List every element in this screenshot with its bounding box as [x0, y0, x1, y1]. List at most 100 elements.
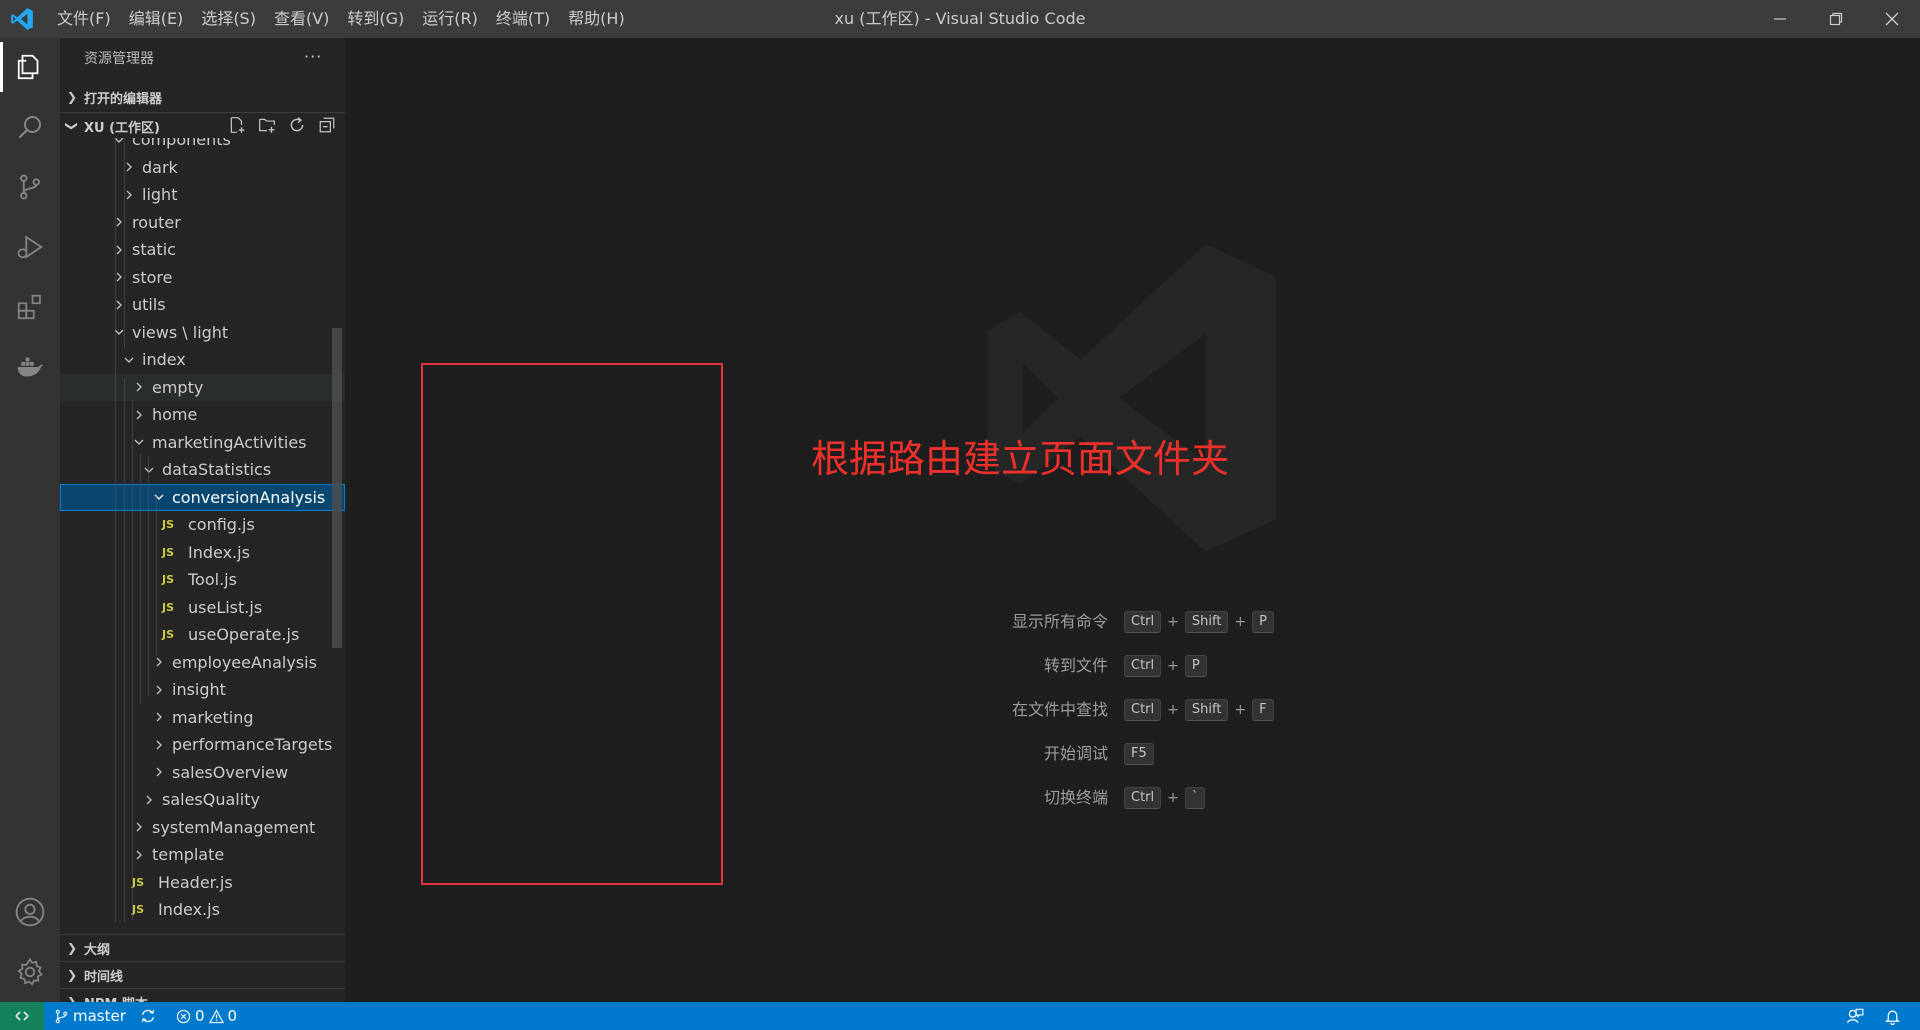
minimize-button[interactable] [1752, 0, 1808, 38]
tree-folder-item[interactable]: systemManagement [60, 814, 345, 841]
more-actions-button[interactable]: ··· [304, 38, 322, 80]
tree-folder-item[interactable]: components [60, 138, 345, 153]
key-separator: + [1167, 702, 1179, 718]
chevron-right-icon[interactable] [152, 684, 166, 696]
remote-button[interactable] [0, 1002, 44, 1030]
menu-item[interactable]: 终端(T) [487, 0, 559, 38]
error-icon [176, 1009, 191, 1023]
sidebar-scrollbar[interactable] [332, 328, 342, 648]
collapse-all-icon [319, 117, 335, 133]
tree-file-item[interactable]: JS Header.js [60, 869, 345, 896]
tree-file-item[interactable]: JS Tool.js [60, 566, 345, 593]
chevron-down-icon[interactable] [142, 464, 156, 476]
run-debug-activity[interactable] [0, 218, 60, 276]
chevron-down-icon[interactable] [132, 436, 146, 448]
indent-guide-line [124, 138, 125, 348]
tree-file-item[interactable]: JS Index.js [60, 896, 345, 922]
search-icon [18, 116, 41, 139]
feedback-button[interactable] [1846, 1002, 1864, 1030]
tree-item-label: home [152, 405, 198, 424]
new-folder-icon [259, 118, 275, 133]
title-bar: 文件(F) 编辑(E) 选择(S) 查看(V) 转到(G) 运行(R) 终端(T) 帮助(H)… [0, 0, 1920, 38]
chevron-down-icon: ❯ [65, 120, 79, 132]
refresh-button[interactable] [285, 113, 309, 137]
extensions-icon [17, 294, 41, 320]
tree-folder-item[interactable]: dark [60, 154, 345, 181]
chevron-right-icon[interactable] [132, 821, 146, 833]
collapse-all-button[interactable] [315, 113, 339, 137]
sync-button[interactable] [140, 1002, 156, 1030]
shortcut-keys: Ctrl + Shift + P [1124, 611, 1275, 633]
problems-status[interactable]: 0 0 [176, 1002, 237, 1030]
javascript-file-icon: JS [132, 903, 145, 916]
sync-icon [141, 1009, 155, 1023]
tree-folder-item[interactable]: utils [60, 291, 345, 318]
warning-icon [208, 1008, 224, 1023]
menu-item[interactable]: 文件(F) [48, 0, 120, 38]
keybinding-key: ` [1184, 787, 1206, 809]
tree-file-item[interactable]: JS Index.js [60, 539, 345, 566]
npm-scripts-section[interactable]: ❯ NPM 脚本 [60, 988, 345, 1002]
explorer-activity[interactable] [0, 38, 60, 96]
tree-folder-item[interactable]: store [60, 264, 345, 291]
notifications-button[interactable] [1884, 1002, 1901, 1030]
chevron-right-icon[interactable] [132, 381, 146, 393]
section-label: 打开的编辑器 [84, 91, 163, 107]
source-control-activity[interactable] [0, 158, 60, 216]
tree-item-label: dataStatistics [162, 460, 272, 479]
menu-item[interactable]: 查看(V) [265, 0, 338, 38]
menu-item[interactable]: 编辑(E) [120, 0, 193, 38]
javascript-file-icon: JS [162, 518, 175, 531]
tree-folder-item[interactable]: empty [60, 373, 345, 401]
menu-item[interactable]: 选择(S) [192, 0, 265, 38]
key-separator: + [1234, 702, 1247, 718]
tree-folder-item[interactable]: dataStatistics [60, 456, 345, 483]
indent-guide-line [124, 378, 125, 922]
menu-item[interactable]: 转到(G) [338, 0, 413, 38]
keybinding-key: Shift [1184, 611, 1229, 633]
tree-item-label: Header.js [158, 872, 233, 892]
tree-file-item[interactable]: JS config.js [60, 511, 345, 538]
close-button[interactable] [1864, 0, 1920, 38]
extensions-activity[interactable] [0, 278, 60, 336]
keybinding-key: P [1184, 655, 1207, 677]
key-separator: + [1167, 790, 1179, 806]
tree-item-label: Tool.js [188, 570, 237, 589]
menu-item[interactable]: 帮助(H) [559, 0, 634, 38]
docker-activity[interactable] [0, 338, 60, 396]
vscode-watermark-icon [987, 244, 1276, 552]
tree-item-label: dark [142, 157, 178, 177]
chevron-right-icon[interactable] [132, 409, 146, 421]
tree-folder-item[interactable]: index [60, 346, 345, 373]
tree-folder-item[interactable]: light [60, 181, 345, 208]
chevron-down-icon[interactable] [122, 354, 136, 366]
settings-activity[interactable] [0, 943, 60, 1001]
keybinding-key: Ctrl [1124, 787, 1162, 809]
keybinding-key: Ctrl [1124, 655, 1162, 677]
tree-folder-item[interactable]: marketingActivities [60, 429, 345, 456]
tree-item-label: store [132, 267, 173, 287]
git-branch-icon [55, 1009, 68, 1023]
vscode-logo-icon[interactable] [8, 6, 36, 32]
section-label: XU (工作区) [84, 120, 160, 136]
outline-section[interactable]: ❯ 大纲 [60, 934, 345, 961]
tree-folder-item[interactable]: static [60, 236, 345, 263]
shortcut-keys: Ctrl + Shift + F [1124, 699, 1274, 721]
key-separator: + [1234, 614, 1247, 630]
chevron-down-icon[interactable] [152, 491, 166, 503]
chevron-right-icon[interactable] [132, 849, 146, 861]
branch-status[interactable]: master [54, 1002, 126, 1030]
search-activity[interactable] [0, 98, 60, 156]
restore-button[interactable] [1808, 0, 1864, 38]
tree-folder-item[interactable]: views \ light [60, 319, 345, 346]
tree-folder-item[interactable]: home [60, 401, 345, 428]
new-folder-button[interactable] [255, 113, 279, 137]
timeline-section[interactable]: ❯ 时间线 [60, 961, 345, 988]
new-file-button[interactable] [225, 113, 249, 137]
account-activity[interactable] [0, 883, 60, 941]
tree-folder-item[interactable]: router [60, 209, 345, 236]
tree-folder-item[interactable]: conversionAnalysis [60, 483, 345, 511]
open-editors-section[interactable]: ❯ 打开的编辑器 [60, 84, 345, 110]
tree-folder-item[interactable]: template [60, 841, 345, 868]
menu-item[interactable]: 运行(R) [413, 0, 487, 38]
